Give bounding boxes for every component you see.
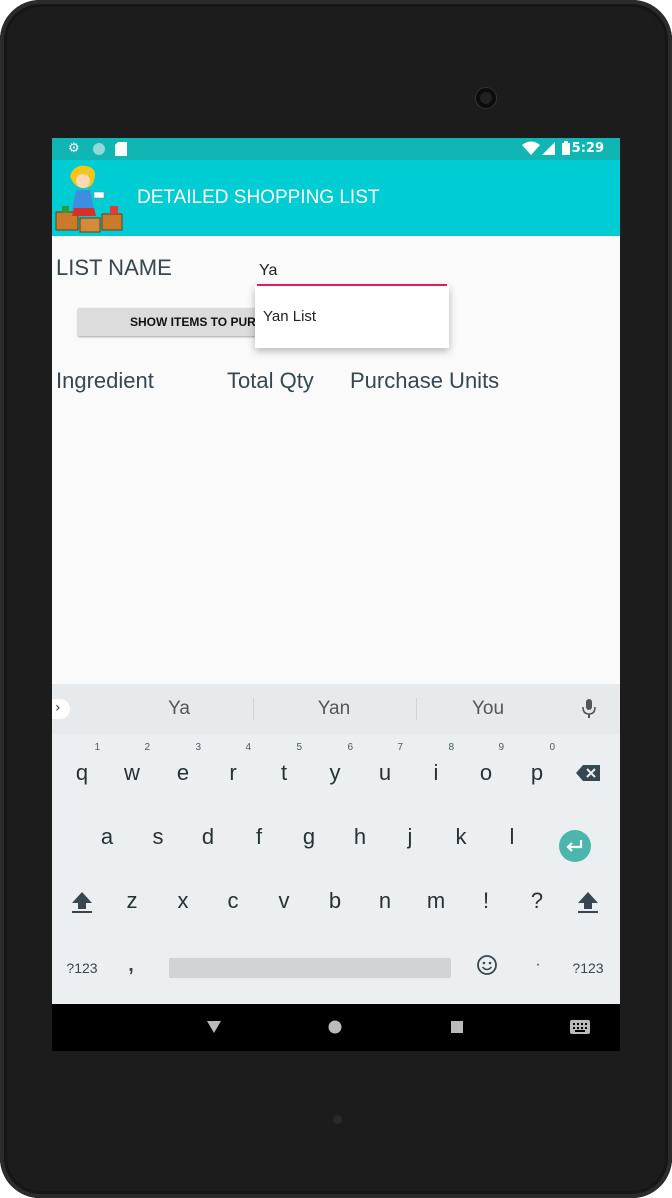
key-hint: 9	[498, 742, 504, 753]
key-j[interactable]: j	[390, 817, 430, 857]
suggestion-divider	[253, 698, 254, 720]
key-q[interactable]: q1	[62, 743, 102, 793]
suggestion-yan[interactable]: Yan	[259, 698, 409, 720]
key-w[interactable]: w2	[112, 743, 152, 793]
shift-key-right[interactable]	[568, 881, 608, 921]
key-hint: 5	[296, 742, 302, 753]
key-y[interactable]: y6	[315, 743, 355, 793]
suggestion-strip: › Ya Yan You	[52, 684, 620, 734]
emoji-icon	[477, 955, 497, 975]
app-bar: DETAILED SHOPPING LIST	[52, 160, 620, 236]
battery-icon	[562, 141, 570, 160]
expand-chevron-icon[interactable]: ›	[52, 699, 70, 719]
key-hint: 1	[94, 742, 100, 753]
backspace-key[interactable]	[568, 753, 608, 793]
key-label: u	[378, 760, 392, 785]
key-p[interactable]: p0	[517, 743, 557, 793]
key-z[interactable]: z	[112, 881, 152, 921]
front-camera	[476, 88, 496, 108]
key-o[interactable]: o9	[466, 743, 506, 793]
key-t[interactable]: t5	[264, 743, 304, 793]
key-label: r	[229, 760, 237, 785]
column-header-ingredient: Ingredient	[56, 368, 154, 393]
key-exclamation[interactable]: !	[466, 881, 506, 921]
sd-card-icon	[115, 141, 127, 161]
screen: ⚙ 5:29 DETAILED SHOPPING LIST LIST NAME …	[52, 138, 620, 1051]
key-e[interactable]: e3	[163, 743, 203, 793]
circle-icon	[92, 141, 106, 161]
key-label: i	[433, 760, 439, 785]
key-hint: 2	[144, 742, 150, 753]
period-key[interactable]: ·	[526, 956, 550, 974]
key-label: q	[75, 760, 89, 785]
key-h[interactable]: h	[340, 817, 380, 857]
key-g[interactable]: g	[289, 817, 329, 857]
key-f[interactable]: f	[239, 817, 279, 857]
space-bar[interactable]	[169, 958, 451, 978]
signal-icon	[542, 141, 555, 160]
symbols-key-right[interactable]: ?123	[566, 960, 610, 976]
tablet-frame: ⚙ 5:29 DETAILED SHOPPING LIST LIST NAME …	[0, 0, 672, 1198]
key-a[interactable]: a	[87, 817, 127, 857]
key-label: w	[124, 760, 140, 785]
status-bar: ⚙ 5:29	[52, 138, 620, 160]
shift-icon	[72, 892, 92, 913]
key-label: y	[329, 760, 341, 785]
status-time: 5:29	[571, 141, 604, 156]
key-label: o	[479, 760, 493, 785]
key-d[interactable]: d	[188, 817, 228, 857]
back-icon[interactable]	[207, 1021, 221, 1033]
wifi-icon	[522, 141, 540, 160]
key-hint: 0	[549, 742, 555, 753]
autocomplete-dropdown: Yan List	[255, 286, 449, 348]
key-question[interactable]: ?	[517, 881, 557, 921]
comma-key[interactable]: ,	[116, 954, 146, 977]
gear-icon: ⚙	[68, 141, 80, 156]
suggestion-ya[interactable]: Ya	[104, 698, 254, 720]
key-m[interactable]: m	[416, 881, 456, 921]
app-title: DETAILED SHOPPING LIST	[137, 187, 380, 208]
emoji-key[interactable]	[474, 954, 500, 979]
suggestion-you[interactable]: You	[413, 698, 563, 720]
enter-key[interactable]	[559, 830, 591, 862]
key-label: p	[530, 760, 544, 785]
key-n[interactable]: n	[365, 881, 405, 921]
speaker-dot	[333, 1115, 342, 1124]
list-name-input[interactable]	[257, 258, 447, 286]
column-header-total-qty: Total Qty	[227, 368, 314, 393]
key-x[interactable]: x	[163, 881, 203, 921]
shift-icon	[578, 892, 598, 913]
navigation-bar	[52, 1004, 620, 1051]
key-v[interactable]: v	[264, 881, 304, 921]
backspace-icon	[576, 765, 600, 781]
key-hint: 6	[347, 742, 353, 753]
key-l[interactable]: l	[492, 817, 532, 857]
key-c[interactable]: c	[213, 881, 253, 921]
key-label: e	[176, 760, 190, 785]
key-k[interactable]: k	[441, 817, 481, 857]
key-i[interactable]: i8	[416, 743, 456, 793]
key-label: t	[280, 760, 288, 785]
microphone-icon[interactable]	[581, 698, 597, 720]
key-s[interactable]: s	[138, 817, 178, 857]
list-name-label: LIST NAME	[56, 255, 172, 280]
key-b[interactable]: b	[315, 881, 355, 921]
soft-keyboard: › Ya Yan You q1 w2 e3 r4 t5 y6 u7 i8 o 9…	[52, 684, 620, 1004]
app-logo-icon	[55, 165, 123, 233]
keyboard-switch-icon[interactable]	[570, 1020, 590, 1034]
home-icon[interactable]	[328, 1020, 342, 1034]
recents-icon[interactable]	[451, 1021, 463, 1033]
enter-icon	[566, 840, 583, 852]
key-hint: 4	[245, 742, 251, 753]
key-hint: 7	[397, 742, 403, 753]
key-hint: 3	[195, 742, 201, 753]
dropdown-option-yan-list[interactable]: Yan List	[263, 308, 316, 325]
shift-key-left[interactable]	[62, 881, 102, 921]
symbols-key-left[interactable]: ?123	[60, 960, 104, 976]
key-r[interactable]: r4	[213, 743, 253, 793]
key-hint: 8	[448, 742, 454, 753]
column-header-purchase-units: Purchase Units	[350, 368, 500, 393]
key-u[interactable]: u7	[365, 743, 405, 793]
